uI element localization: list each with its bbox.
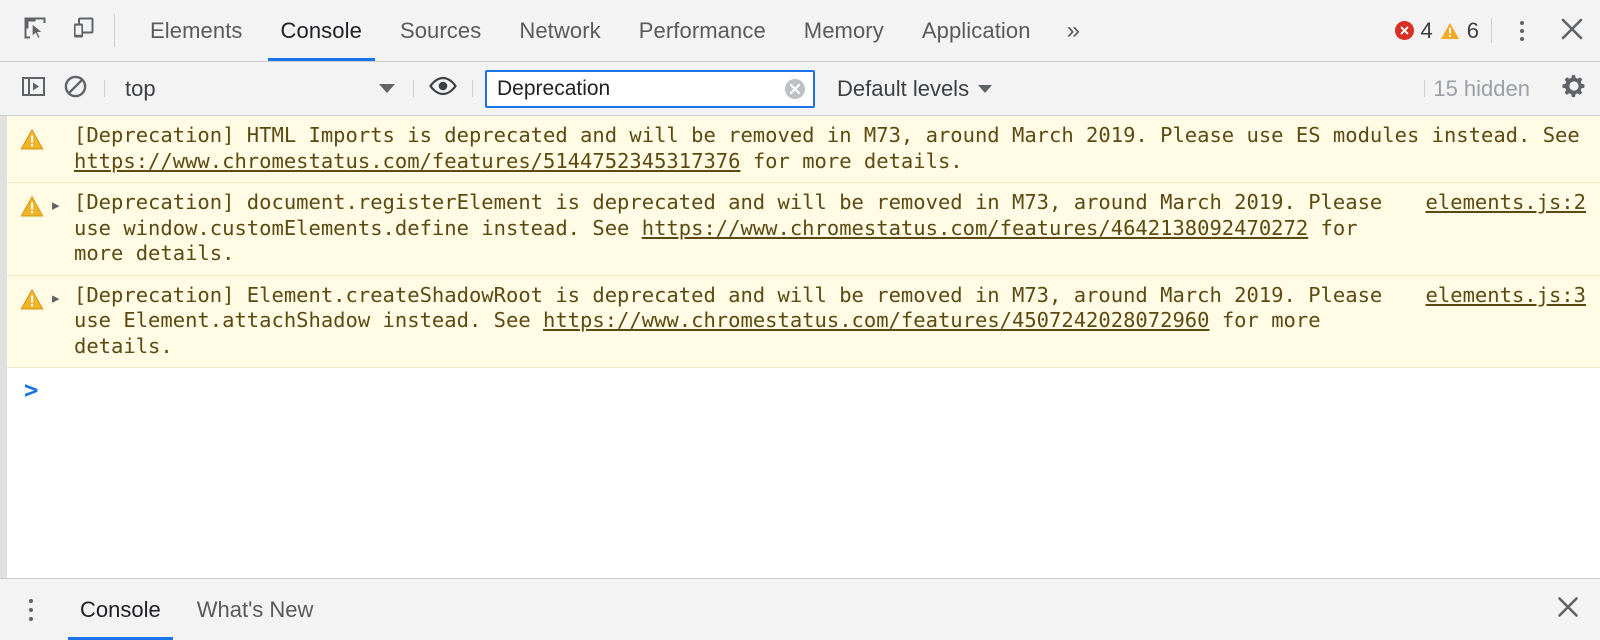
clear-console-icon [62,73,89,105]
tab-memory-label: Memory [803,17,884,43]
close-icon [1559,16,1585,47]
prompt-caret-icon: > [24,376,39,404]
console-prompt-row[interactable]: > [0,368,1600,402]
console-message[interactable]: [Deprecation] HTML Imports is deprecated… [0,116,1600,183]
message-text-part: [Deprecation] HTML Imports is deprecated… [74,123,1580,147]
device-toolbar-button[interactable] [62,10,104,52]
execution-context-selector[interactable]: top [113,68,405,110]
drawer-tab-console-label: Console [80,596,161,622]
tab-network[interactable]: Network [500,0,619,61]
more-tabs-button[interactable]: » [1050,0,1097,61]
console-sidebar-toggle-button[interactable] [12,68,54,110]
tab-application[interactable]: Application [903,0,1050,61]
counters-divider [1491,18,1492,43]
drawer-kebab-menu-icon [29,598,33,603]
console-filter-toolbar: top Default levels [0,62,1600,116]
log-levels-label: Default levels [837,75,970,101]
toolbar-divider [114,14,115,47]
tab-performance-label: Performance [638,17,766,43]
warning-icon [1440,21,1460,40]
hidden-messages-count: 15 hidden [1433,75,1530,101]
filter-input-container [485,69,815,108]
main-toolbar: Elements Console Sources Network Perform… [0,0,1600,62]
filterbar-divider-3 [472,80,473,97]
warning-icon [20,288,44,312]
tab-elements-label: Elements [150,17,243,43]
eye-icon [428,75,458,102]
issue-counters[interactable]: 4 6 [1394,0,1484,61]
console-message[interactable]: ▸ [Deprecation] Element.createShadowRoot… [0,275,1600,368]
main-menu-button[interactable] [1500,0,1544,62]
error-icon [1394,21,1414,40]
tab-console[interactable]: Console [262,0,381,61]
tab-memory[interactable]: Memory [785,0,903,61]
inspect-element-icon [21,14,49,47]
more-tabs-icon: » [1066,16,1081,44]
chevron-down-icon [978,84,993,93]
console-settings-button[interactable] [1548,62,1600,116]
inspect-element-button[interactable] [14,10,56,52]
tab-application-label: Application [921,17,1031,43]
log-levels-selector[interactable]: Default levels [825,68,1004,110]
execution-context-label: top [125,75,156,101]
warning-icon [20,128,44,152]
console-message[interactable]: ▸ [Deprecation] document.registerElement… [0,183,1600,276]
filter-input[interactable] [485,69,815,108]
warning-counter[interactable]: 6 [1440,18,1479,44]
tab-elements[interactable]: Elements [131,0,262,61]
message-link[interactable]: https://www.chromestatus.com/features/51… [74,149,740,173]
console-empty-space [0,402,1600,578]
clear-input-icon [785,78,805,99]
message-source-link[interactable]: elements.js:3 [1410,283,1586,309]
drawer-toolbar: Console What's New [0,578,1600,640]
message-link[interactable]: https://www.chromestatus.com/features/45… [543,308,1209,332]
drawer-tab-console[interactable]: Console [62,579,179,640]
tab-sources-label: Sources [399,17,482,43]
tab-console-label: Console [280,17,362,43]
console-prompt-input[interactable] [48,378,1600,402]
close-drawer-button[interactable] [1536,579,1600,640]
error-counter[interactable]: 4 [1394,17,1433,44]
error-count: 4 [1420,17,1433,43]
message-link[interactable]: https://www.chromestatus.com/features/46… [642,216,1308,240]
tab-sources[interactable]: Sources [381,0,500,61]
kebab-menu-icon [1520,21,1524,25]
expand-message-arrow[interactable]: ▸ [52,198,68,213]
console-sidebar-icon [20,73,47,105]
devtools-window: Elements Console Sources Network Perform… [0,0,1600,640]
tab-performance[interactable]: Performance [620,0,785,61]
warning-count: 6 [1466,17,1479,43]
live-expression-button[interactable] [422,68,464,110]
close-drawer-icon [1555,594,1581,625]
drawer-spacer [331,579,1536,640]
expand-message-arrow[interactable]: ▸ [52,291,68,306]
clear-filter-button[interactable] [783,77,807,101]
drawer-menu-button[interactable] [0,579,62,640]
console-message-text: [Deprecation] HTML Imports is deprecated… [68,123,1586,174]
console-message-area: [Deprecation] HTML Imports is deprecated… [0,116,1600,578]
filterbar-divider-1 [104,80,105,97]
clear-console-button[interactable] [54,68,96,110]
drawer-tab-whats-new-label: What's New [196,596,314,622]
filterbar-divider-2 [413,80,414,97]
message-source-link[interactable]: elements.js:2 [1410,190,1586,216]
message-text-part: for more details. [740,148,963,173]
tab-network-label: Network [519,17,601,43]
device-toolbar-icon [69,14,97,47]
console-message-text: [Deprecation] Element.createShadowRoot i… [68,283,1410,360]
warning-icon [20,195,44,219]
gear-icon [1560,72,1588,105]
toolbar-left-icons [0,0,104,61]
drawer-tab-whats-new[interactable]: What's New [179,579,332,640]
filterbar-divider-4 [1424,80,1426,97]
panel-tabs: Elements Console Sources Network Perform… [131,0,1097,61]
close-devtools-button[interactable] [1544,0,1600,62]
console-message-text: [Deprecation] document.registerElement i… [68,190,1410,267]
chevron-down-icon [379,84,395,93]
console-left-rail[interactable] [0,116,7,578]
drawer-tabs: Console What's New [62,579,331,640]
